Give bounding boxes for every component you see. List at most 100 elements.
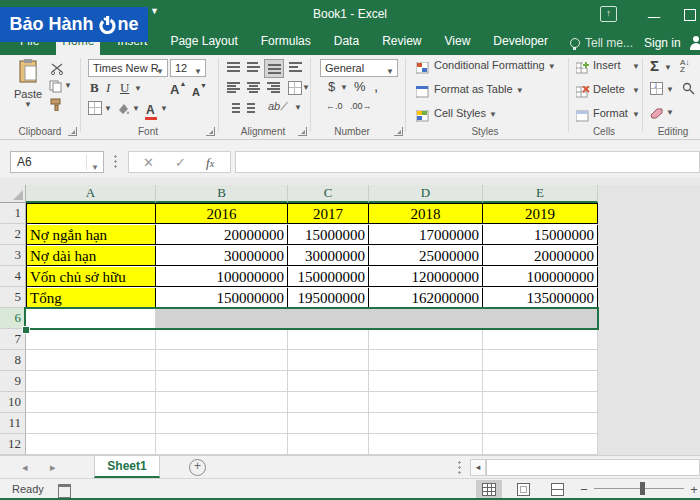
align-middle-button[interactable] — [244, 59, 262, 76]
horizontal-scrollbar[interactable] — [486, 459, 700, 476]
number-dialog-launcher[interactable] — [394, 127, 403, 136]
wrap-text-button[interactable] — [286, 59, 304, 76]
new-sheet-button[interactable]: + — [189, 459, 206, 476]
number-format-combo[interactable]: General▼ — [320, 59, 398, 77]
cell-E1[interactable]: 2019 — [483, 204, 598, 224]
orientation-button[interactable]: ab⟋ — [268, 100, 288, 113]
zoom-slider-thumb[interactable] — [640, 482, 645, 495]
tab-formulas[interactable]: Formulas — [255, 28, 317, 55]
cell-A2[interactable]: Nợ ngắn hạn — [27, 225, 156, 245]
cell-A4[interactable]: Vốn chủ sở hữu — [27, 267, 156, 287]
row-header-4[interactable]: 4 — [0, 266, 26, 287]
shrink-font-button[interactable]: A▼ — [192, 82, 207, 100]
macro-record-icon[interactable] — [58, 484, 71, 498]
tabbar-splitter[interactable] — [458, 460, 461, 475]
cell-A1[interactable] — [27, 204, 156, 224]
name-box[interactable]: A6▼ — [10, 151, 104, 173]
row-header-8[interactable]: 8 — [0, 350, 26, 371]
tab-review[interactable]: Review — [376, 28, 427, 55]
percent-style-button[interactable]: % — [354, 79, 366, 94]
copy-button[interactable]: ▼ — [49, 79, 62, 97]
row-header-12[interactable]: 12 — [0, 434, 26, 455]
page-layout-view-button[interactable] — [510, 480, 536, 498]
cell-C1[interactable]: 2017 — [288, 204, 369, 224]
hscroll-left-arrow[interactable]: ◂ — [470, 459, 486, 476]
cell-D5[interactable]: 162000000 — [369, 288, 483, 308]
sheet-tab-sheet1[interactable]: Sheet1 — [94, 456, 160, 478]
zoom-slider-track[interactable] — [594, 488, 684, 489]
cell-E4[interactable]: 100000000 — [483, 267, 598, 287]
decrease-indent-button[interactable] — [224, 99, 242, 116]
formula-input[interactable] — [235, 151, 700, 173]
cancel-formula-icon[interactable]: ✕ — [143, 155, 154, 170]
row-header-3[interactable]: 3 — [0, 245, 26, 266]
underline-button[interactable]: U — [120, 80, 129, 96]
fill-handle[interactable] — [22, 326, 30, 334]
increase-indent-button[interactable] — [244, 99, 262, 116]
cell-B2[interactable]: 20000000 — [156, 225, 288, 245]
insert-function-icon[interactable]: fx — [206, 155, 210, 171]
cut-button[interactable] — [50, 61, 64, 79]
format-cells-button[interactable]: Format▼ — [576, 108, 590, 126]
cell-B4[interactable]: 100000000 — [156, 267, 288, 287]
comma-style-button[interactable]: , — [374, 77, 378, 94]
cell-D2[interactable]: 17000000 — [369, 225, 483, 245]
tab-page-layout[interactable]: Page Layout — [164, 28, 243, 55]
alignment-dialog-launcher[interactable] — [298, 127, 307, 136]
tab-view[interactable]: View — [439, 28, 477, 55]
tab-data[interactable]: Data — [328, 28, 365, 55]
clear-button[interactable] — [650, 105, 664, 123]
column-header-B[interactable]: B — [156, 185, 288, 203]
sort-filter-button[interactable]: A↓Z — [680, 59, 689, 73]
format-as-table-button[interactable]: Format as Table ▼ — [416, 84, 430, 102]
accounting-format-button[interactable]: $ — [328, 79, 335, 94]
tell-me-box[interactable]: Tell me... — [570, 36, 633, 50]
column-header-C[interactable]: C — [288, 185, 369, 203]
zoom-in-button[interactable]: + — [688, 480, 700, 498]
row-header-11[interactable]: 11 — [0, 413, 26, 434]
row-header-5[interactable]: 5 — [0, 287, 26, 308]
row-header-2[interactable]: 2 — [0, 224, 26, 245]
align-left-button[interactable] — [224, 79, 242, 96]
conditional-formatting-button[interactable]: Conditional Formatting ▼ — [416, 60, 430, 78]
cell-D4[interactable]: 120000000 — [369, 267, 483, 287]
font-name-combo[interactable]: Times New R▼ — [88, 59, 168, 77]
row-header-9[interactable]: 9 — [0, 371, 26, 392]
cell-B1[interactable]: 2016 — [156, 204, 288, 224]
next-sheet-arrow-icon[interactable]: ▸ — [50, 461, 56, 474]
align-right-button[interactable] — [264, 79, 282, 96]
cell-D3[interactable]: 25000000 — [369, 246, 483, 266]
fill-color-button[interactable]: ▼ — [116, 101, 130, 119]
row-header-1[interactable]: 1 — [0, 203, 26, 224]
page-break-view-button[interactable] — [544, 480, 570, 498]
share-person-icon[interactable] — [689, 36, 700, 50]
align-center-button[interactable] — [244, 79, 262, 96]
autosum-button[interactable]: Σ — [650, 57, 659, 74]
grow-font-button[interactable]: A▲ — [170, 80, 186, 98]
align-top-button[interactable] — [224, 59, 242, 76]
enter-formula-icon[interactable]: ✓ — [175, 155, 186, 170]
borders-button[interactable]: ▼ — [88, 101, 102, 119]
cell-C2[interactable]: 15000000 — [288, 225, 369, 245]
prev-sheet-arrow-icon[interactable]: ◂ — [22, 461, 28, 474]
cell-C5[interactable]: 195000000 — [288, 288, 369, 308]
cell-C4[interactable]: 150000000 — [288, 267, 369, 287]
row-header-10[interactable]: 10 — [0, 392, 26, 413]
cell-A3[interactable]: Nợ dài hạn — [27, 246, 156, 266]
column-header-D[interactable]: D — [369, 185, 483, 203]
cell-E2[interactable]: 15000000 — [483, 225, 598, 245]
decrease-decimal-button[interactable]: .00→ — [350, 101, 372, 111]
delete-cells-button[interactable]: Delete▼ — [576, 84, 590, 102]
bold-button[interactable]: B — [90, 80, 99, 96]
select-all-corner[interactable] — [0, 185, 26, 203]
fill-button[interactable]: ↓ — [650, 81, 663, 99]
format-painter-button[interactable] — [50, 97, 64, 115]
cell-B3[interactable]: 30000000 — [156, 246, 288, 266]
font-color-button[interactable]: A▼ — [146, 100, 155, 118]
sign-in-button[interactable]: Sign in — [644, 36, 681, 50]
increase-decimal-button[interactable]: ←.0 — [326, 101, 343, 111]
cell-A5[interactable]: Tổng — [27, 288, 156, 308]
tab-developer[interactable]: Developer — [487, 28, 554, 55]
italic-button[interactable]: I — [106, 80, 110, 96]
maximize-button[interactable] — [684, 9, 696, 21]
